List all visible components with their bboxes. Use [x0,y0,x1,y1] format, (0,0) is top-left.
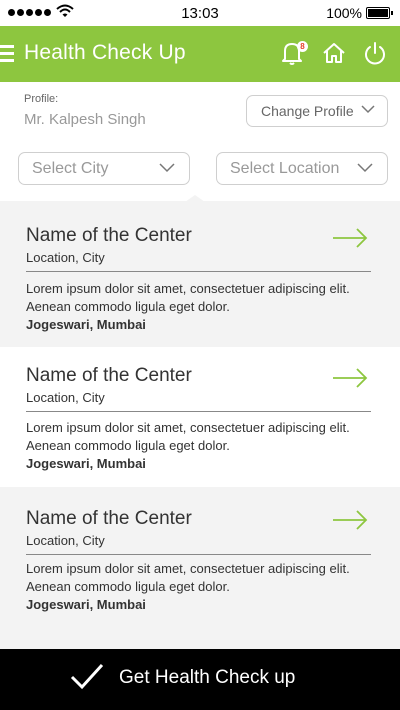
center-description: Lorem ipsum dolor sit amet, consectetuer… [26,281,350,314]
center-location: Location, City [26,250,105,265]
power-icon[interactable] [363,41,387,65]
center-area: Jogeswari, Mumbai [26,597,146,612]
get-health-checkup-button[interactable]: Get Health Check up [0,649,400,710]
arrow-right-icon[interactable] [332,228,368,248]
chevron-down-icon [361,105,375,114]
city-select-placeholder: Select City [32,160,109,177]
center-description: Lorem ipsum dolor sit amet, consectetuer… [26,420,350,453]
change-profile-button[interactable]: Change Profile [246,95,388,127]
center-list-item[interactable]: Name of the Center Location, City Lorem … [0,347,400,487]
center-location: Location, City [26,390,105,405]
center-area: Jogeswari, Mumbai [26,456,146,471]
notification-badge: 8 [297,41,308,52]
center-name: Name of the Center [26,225,192,246]
app-header: Health Check Up 8 [0,26,400,82]
battery-percent: 100% [326,5,362,21]
status-bar: 13:03 100% [0,0,400,26]
get-health-checkup-label: Get Health Check up [119,667,296,688]
center-description: Lorem ipsum dolor sit amet, consectetuer… [26,561,350,594]
center-name: Name of the Center [26,508,192,529]
center-list-item[interactable]: Name of the Center Location, City Lorem … [0,201,400,341]
location-select-placeholder: Select Location [230,160,340,177]
center-location: Location, City [26,533,105,548]
chevron-down-icon [357,163,373,173]
battery-icon [366,7,393,19]
city-select[interactable]: Select City [18,152,190,185]
divider [26,554,371,555]
page-title: Health Check Up [24,41,186,64]
divider [26,271,371,272]
divider [26,411,371,412]
menu-icon[interactable] [0,45,14,63]
home-icon[interactable] [322,41,346,65]
checkmark-icon [70,663,104,690]
dropdown-pointer [185,195,205,202]
location-select[interactable]: Select Location [216,152,388,185]
change-profile-label: Change Profile [261,103,354,119]
center-name: Name of the Center [26,365,192,386]
profile-label: Profile: [24,93,59,105]
arrow-right-icon[interactable] [332,510,368,530]
center-area: Jogeswari, Mumbai [26,317,146,332]
profile-name: Mr. Kalpesh Singh [24,111,146,128]
center-list-item[interactable]: Name of the Center Location, City Lorem … [0,496,400,636]
arrow-right-icon[interactable] [332,368,368,388]
chevron-down-icon [159,163,175,173]
center-list: Name of the Center Location, City Lorem … [0,201,400,649]
